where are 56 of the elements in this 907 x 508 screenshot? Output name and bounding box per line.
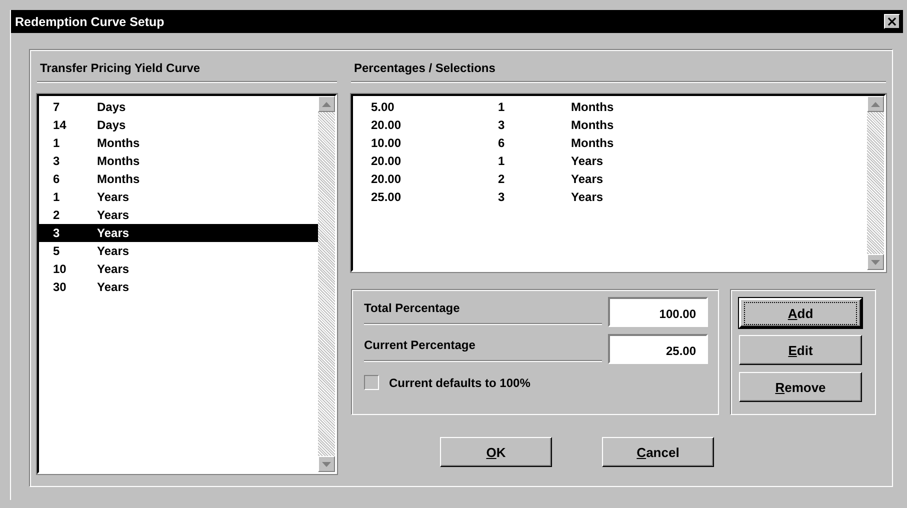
list-cell-text: Years — [571, 153, 604, 170]
section-heading: Percentages / Selections — [351, 50, 886, 82]
list-item[interactable]: 6 Months — [39, 170, 318, 188]
field-label: Current Percentage — [364, 334, 602, 361]
list-cell-text: Years — [571, 189, 604, 206]
list-item[interactable]: 3 Months — [39, 152, 318, 170]
input-field[interactable]: 25.00 — [608, 334, 708, 364]
list-item[interactable]: 30 Years — [39, 278, 318, 296]
scroll-down-button[interactable] — [318, 456, 335, 472]
scroll-up-button[interactable] — [318, 96, 335, 112]
scrollbar[interactable] — [867, 96, 884, 270]
window-title: Redemption Curve Setup — [15, 14, 164, 28]
list-item[interactable]: 14 Days — [39, 116, 318, 134]
scroll-up-button[interactable] — [867, 96, 884, 112]
list-cell-text: Months — [571, 99, 614, 116]
list-cell-text: 20.00 — [370, 117, 402, 134]
section-heading: Transfer Pricing Yield Curve — [37, 50, 337, 82]
list-item[interactable]: 1 Months — [39, 134, 318, 152]
scroll-down-button[interactable] — [867, 254, 884, 270]
scrollbar[interactable] — [318, 96, 335, 472]
list-item[interactable]: 3 Years — [39, 224, 318, 242]
list-item[interactable]: 7 Days — [39, 98, 318, 116]
list-cell-text: 3 — [498, 117, 506, 134]
list-cell-text: Months — [571, 135, 614, 152]
list-item[interactable]: 2 Years — [39, 206, 318, 224]
up-triangle-icon — [322, 102, 331, 106]
down-triangle-icon — [871, 260, 880, 264]
list-cell-text: 25.00 — [370, 189, 402, 206]
list-cell-text: 20.00 — [370, 171, 402, 188]
input-field[interactable]: 100.00 — [608, 297, 708, 327]
push-button[interactable]: Cancel — [602, 437, 714, 467]
close-button[interactable]: × — [884, 14, 900, 29]
list-cell-text: Years — [571, 171, 604, 188]
list-item[interactable]: 1 Years — [39, 188, 318, 206]
list-cell-text: Months — [571, 117, 614, 134]
up-triangle-icon — [871, 102, 880, 106]
push-button[interactable]: Add — [739, 298, 862, 328]
push-button[interactable]: Edit — [739, 335, 862, 365]
checkbox-label[interactable]: Current defaults to 100% — [389, 376, 530, 390]
list-cell-text: 1 — [498, 153, 506, 170]
field-label: Total Percentage — [364, 297, 602, 324]
list-item[interactable]: 5 Years — [39, 242, 318, 260]
list-item[interactable]: 10 Years — [39, 260, 318, 278]
checkbox[interactable] — [364, 375, 379, 390]
selections-list[interactable]: 5.00 1 Months 20.00 3 Months 10.00 6 Months 20.00 1 Years 20.00 2 Years 25.00 3 Years — [351, 94, 886, 272]
yield-curve-list[interactable]: 7 Days 14 Days 1 Months 3 Months 6 Months 1 Years 2 Years 3 Years 5 Years 10 Years 30 Years — [37, 94, 337, 474]
list-cell-text: 5.00 — [370, 99, 396, 116]
push-button[interactable]: Remove — [739, 372, 862, 402]
list-cell-text: 3 — [498, 189, 506, 206]
list-cell-text: 20.00 — [370, 153, 402, 170]
list-cell-text: 2 — [498, 171, 506, 188]
list-cell-text: 1 — [498, 99, 506, 116]
down-triangle-icon — [322, 462, 331, 466]
push-button[interactable]: OK — [440, 437, 552, 467]
list-cell-text: 6 — [498, 135, 506, 152]
list-cell-text: 10.00 — [370, 135, 402, 152]
